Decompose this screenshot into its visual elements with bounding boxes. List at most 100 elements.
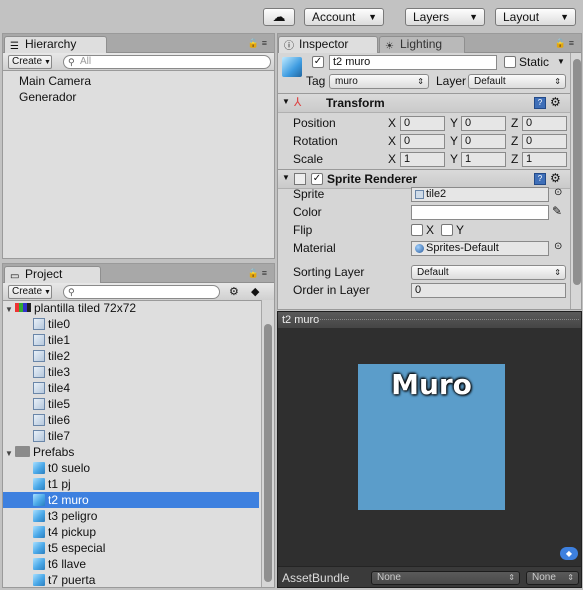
asset-row-prefab[interactable]: t7 puerta xyxy=(33,572,95,587)
hierarchy-item[interactable]: Generador xyxy=(19,89,76,105)
flip-x-checkbox[interactable] xyxy=(411,224,423,236)
flip-label: Flip xyxy=(293,223,313,237)
prefab-cube-icon xyxy=(33,478,45,490)
order-in-layer-label: Order in Layer xyxy=(293,283,370,297)
panel-menu-icons[interactable]: 🔒≡ xyxy=(555,38,577,49)
axis-x-label: X xyxy=(388,152,397,166)
eyedropper-icon[interactable]: ✎ xyxy=(552,204,562,218)
asset-row-sprite[interactable]: tile1 xyxy=(33,332,70,348)
inspector-scrollbar[interactable] xyxy=(570,53,581,309)
asset-row-texture[interactable]: ▼ plantilla tiled 72x72 xyxy=(5,300,261,316)
hierarchy-panel: ☰ Hierarchy 🔒≡ Create ▼ ⚲ All Main Camera … xyxy=(2,33,275,259)
rotation-label: Rotation xyxy=(293,134,338,148)
hierarchy-search-input[interactable]: ⚲ All xyxy=(63,55,271,69)
sprite-icon xyxy=(33,382,45,394)
scrollbar-thumb[interactable] xyxy=(264,324,272,582)
scale-x-field[interactable]: 1 xyxy=(400,152,445,167)
position-x-field[interactable]: 0 xyxy=(400,116,445,131)
top-toolbar: ☁ Account ▼ Layers ▼ Layout ▼ xyxy=(0,0,583,34)
asset-row-prefab[interactable]: t1 pj xyxy=(33,476,71,492)
project-search-input[interactable]: ⚲ xyxy=(63,285,220,299)
sprite-object-field[interactable]: tile2 xyxy=(411,187,549,202)
rotation-x-field[interactable]: 0 xyxy=(400,134,445,149)
asset-row-prefab[interactable]: t4 pickup xyxy=(33,524,96,540)
filter-by-type-icon[interactable]: ⚙ xyxy=(229,285,239,298)
scrollbar-thumb[interactable] xyxy=(573,59,581,285)
transform-axes-icon: ⅄ xyxy=(294,95,302,109)
project-create-button[interactable]: Create ▼ xyxy=(8,285,52,299)
tab-lighting[interactable]: ☀ Lighting xyxy=(379,36,465,53)
hierarchy-icon: ☰ xyxy=(10,41,19,52)
help-icon[interactable]: ? xyxy=(534,173,546,185)
asset-row-prefab[interactable]: t5 especial xyxy=(33,540,105,556)
asset-row-prefab-selected[interactable]: t2 muro xyxy=(3,492,259,508)
hierarchy-tabbar: ☰ Hierarchy 🔒≡ xyxy=(3,34,274,53)
layer-dropdown[interactable]: Default ⇕ xyxy=(468,74,566,89)
prefab-cube-icon xyxy=(33,574,45,586)
lightbulb-icon: ☀ xyxy=(385,41,394,52)
cloud-button[interactable]: ☁ xyxy=(263,8,295,26)
filter-by-label-icon[interactable]: ◆ xyxy=(251,285,259,298)
object-name-field[interactable]: t2 muro xyxy=(329,55,497,70)
search-icon: ⚲ xyxy=(68,287,75,297)
asset-row-prefab[interactable]: t0 suelo xyxy=(33,460,90,476)
layers-dropdown[interactable]: Layers ▼ xyxy=(405,8,485,26)
color-swatch[interactable] xyxy=(411,205,549,220)
order-in-layer-field[interactable]: 0 xyxy=(411,283,566,298)
object-picker-icon[interactable]: ⊙ xyxy=(554,241,562,252)
asset-row-prefab[interactable]: t3 peligro xyxy=(33,508,97,524)
scale-z-field[interactable]: 1 xyxy=(522,152,567,167)
position-y-field[interactable]: 0 xyxy=(461,116,506,131)
tab-project[interactable]: ▭ Project xyxy=(4,266,101,283)
asset-row-sprite[interactable]: tile2 xyxy=(33,348,70,364)
tab-hierarchy[interactable]: ☰ Hierarchy xyxy=(4,36,107,53)
asset-row-sprite[interactable]: tile7 xyxy=(33,428,70,444)
expand-triangle-icon[interactable]: ▼ xyxy=(5,446,15,462)
asset-row-sprite[interactable]: tile6 xyxy=(33,412,70,428)
hierarchy-item[interactable]: Main Camera xyxy=(19,73,91,89)
position-label: Position xyxy=(293,116,336,130)
object-picker-icon[interactable]: ⊙ xyxy=(554,187,562,198)
static-dropdown-arrow-icon[interactable]: ▼ xyxy=(557,57,565,66)
hierarchy-create-button[interactable]: Create ▼ xyxy=(8,55,52,69)
asset-row-sprite[interactable]: tile3 xyxy=(33,364,70,380)
scale-y-field[interactable]: 1 xyxy=(461,152,506,167)
asset-row-sprite[interactable]: tile0 xyxy=(33,316,70,332)
dropdown-arrow-icon: ▼ xyxy=(368,12,377,22)
tag-dropdown[interactable]: muro ⇕ xyxy=(329,74,429,89)
panel-menu-icons[interactable]: 🔒≡ xyxy=(248,38,270,49)
asset-row-folder[interactable]: ▼ Prefabs xyxy=(5,444,261,460)
gameobject-cube-icon xyxy=(282,57,302,77)
asset-row-sprite[interactable]: tile4 xyxy=(33,380,70,396)
asset-bundle-dropdown[interactable]: None ⇕ xyxy=(371,571,520,585)
sorting-layer-dropdown[interactable]: Default ⇕ xyxy=(411,265,566,280)
active-checkbox[interactable]: ✓ xyxy=(312,56,324,68)
asset-row-prefab[interactable]: t6 llave xyxy=(33,556,86,572)
rotation-y-field[interactable]: 0 xyxy=(461,134,506,149)
project-scrollbar[interactable] xyxy=(261,300,274,587)
tab-inspector[interactable]: ⓘ Inspector xyxy=(278,36,378,53)
settings-gear-icon[interactable]: ⚙ xyxy=(550,95,561,109)
sprite-icon xyxy=(33,430,45,442)
flip-y-checkbox[interactable] xyxy=(441,224,453,236)
asset-label-tag-icon[interactable]: ◆ xyxy=(560,547,578,560)
position-z-field[interactable]: 0 xyxy=(522,116,567,131)
transform-header[interactable]: ▼ ⅄ Transform ? ⚙ xyxy=(278,93,570,113)
preview-titlebar[interactable]: t2 muro xyxy=(278,312,581,328)
foldout-triangle-icon[interactable]: ▼ xyxy=(282,173,290,182)
layout-dropdown[interactable]: Layout ▼ xyxy=(495,8,576,26)
material-object-field[interactable]: Sprites-Default xyxy=(411,241,549,256)
sprite-renderer-enabled-checkbox[interactable]: ✓ xyxy=(311,173,323,185)
asset-row-sprite[interactable]: tile5 xyxy=(33,396,70,412)
static-checkbox[interactable] xyxy=(504,56,516,68)
expand-triangle-icon[interactable]: ▼ xyxy=(5,302,15,318)
settings-gear-icon[interactable]: ⚙ xyxy=(550,171,561,185)
help-icon[interactable]: ? xyxy=(534,97,546,109)
prefab-cube-icon xyxy=(33,542,45,554)
account-dropdown[interactable]: Account ▼ xyxy=(304,8,384,26)
rotation-z-field[interactable]: 0 xyxy=(522,134,567,149)
panel-menu-icons[interactable]: 🔒≡ xyxy=(248,268,270,279)
axis-x-label: X xyxy=(388,116,397,130)
foldout-triangle-icon[interactable]: ▼ xyxy=(282,97,290,106)
asset-variant-dropdown[interactable]: None ⇕ xyxy=(526,571,579,585)
